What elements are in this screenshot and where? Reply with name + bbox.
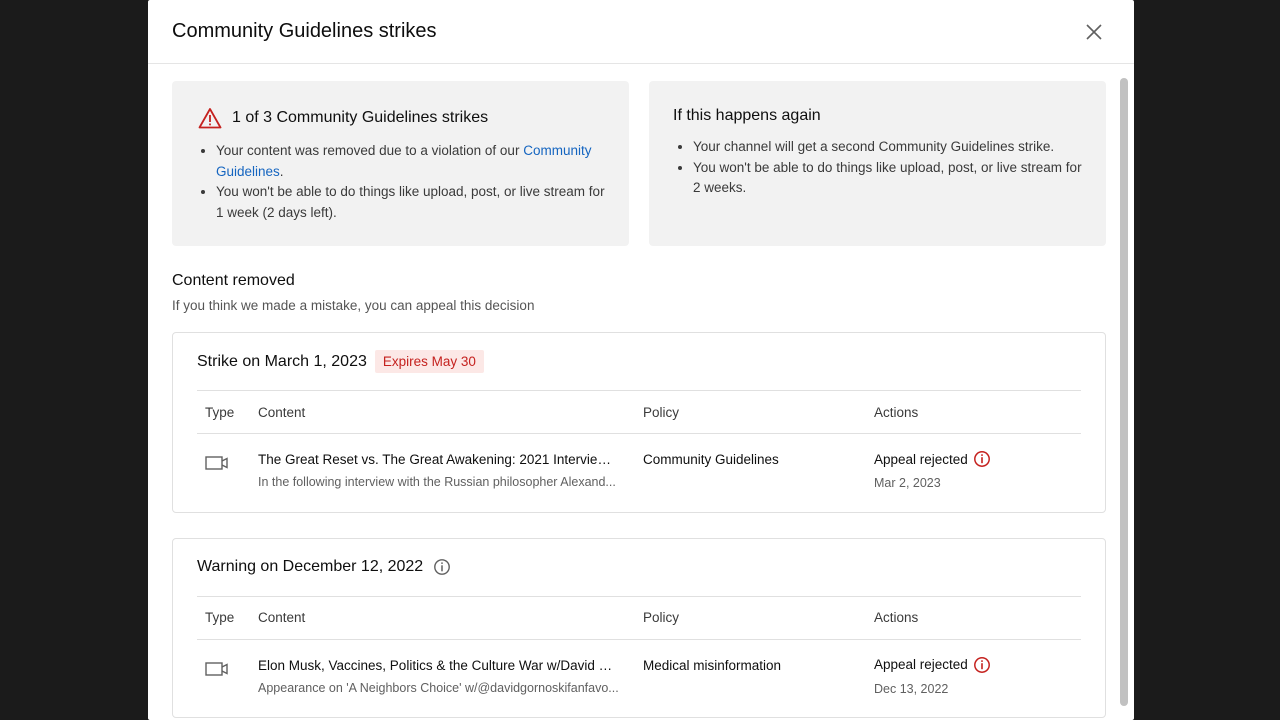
appeal-date: Dec 13, 2022 (874, 681, 949, 696)
column-policy: Policy (643, 595, 874, 640)
list-item: Your channel will get a second Community… (693, 137, 1082, 158)
strike-table: Type Content Policy Actions The Great Re… (197, 390, 1081, 512)
column-content: Content (258, 595, 643, 640)
column-actions: Actions (874, 390, 1081, 434)
list-item: Your content was removed due to a violat… (216, 141, 605, 182)
list-item: You won't be able to do things like uplo… (693, 158, 1082, 199)
close-button[interactable] (1082, 20, 1106, 44)
list-item: You won't be able to do things like uplo… (216, 182, 605, 223)
video-description: Appearance on 'A Neighbors Choice' w/@da… (258, 680, 619, 695)
strike-summary-card: 1 of 3 Community Guidelines strikes Your… (172, 81, 629, 246)
content-removed-subtitle: If you think we made a mistake, you can … (172, 298, 535, 313)
close-icon (1086, 24, 1102, 40)
appeal-status: Appeal rejected (874, 657, 968, 672)
expires-badge: Expires May 30 (374, 350, 484, 373)
policy-cell: Medical misinformation (643, 657, 782, 673)
bullet-text: Your content was removed due to a violat… (216, 143, 524, 158)
if-again-title: If this happens again (673, 107, 821, 124)
info-icon[interactable] (433, 558, 451, 576)
content-removed-title: Content removed (172, 272, 295, 289)
error-info-icon[interactable] (973, 450, 991, 468)
appeal-status: Appeal rejected (874, 451, 968, 467)
dialog-body[interactable]: 1 of 3 Community Guidelines strikes Your… (148, 65, 1134, 720)
column-actions: Actions (874, 595, 1081, 640)
table-header-row: Type Content Policy Actions (197, 595, 1081, 640)
if-again-list: Your channel will get a second Community… (673, 137, 1082, 199)
strike-count-title: 1 of 3 Community Guidelines strikes (232, 109, 489, 126)
strike-header: Strike on March 1, 2023 Expires May 30 (197, 333, 1081, 390)
info-cards: 1 of 3 Community Guidelines strikes Your… (172, 81, 1106, 246)
bullet-text: . (279, 163, 284, 179)
column-type: Type (197, 390, 258, 434)
strike-card: Strike on March 1, 2023 Expires May 30 T… (172, 332, 1106, 513)
error-info-icon[interactable] (973, 656, 991, 674)
policy-cell: Community Guidelines (643, 452, 779, 467)
video-icon (205, 456, 228, 470)
strike-heading: Strike on March 1, 2023 (197, 352, 367, 370)
column-type: Type (197, 595, 258, 640)
scrollbar-thumb[interactable] (1120, 78, 1128, 706)
warning-heading: Warning on December 12, 2022 (197, 558, 424, 575)
page-backdrop-right (1134, 0, 1280, 720)
video-icon (205, 661, 228, 676)
page-backdrop-left (0, 0, 148, 720)
table-header-row: Type Content Policy Actions (197, 390, 1081, 434)
warning-card: Warning on December 12, 2022 Type Conten… (172, 537, 1106, 718)
if-again-card: If this happens again Your channel will … (649, 81, 1106, 246)
video-title[interactable]: The Great Reset vs. The Great Awakening:… (258, 452, 620, 467)
strikes-dialog: Community Guidelines strikes 1 of 3 Comm… (148, 0, 1134, 720)
strike-summary-list: Your content was removed due to a violat… (196, 141, 605, 223)
table-row[interactable]: The Great Reset vs. The Great Awakening:… (197, 434, 1081, 512)
warning-header: Warning on December 12, 2022 (197, 539, 1081, 596)
table-row[interactable]: Elon Musk, Vaccines, Politics & the Cult… (197, 639, 1081, 717)
warning-icon (198, 108, 222, 129)
warning-table: Type Content Policy Actions Elon Musk, V… (197, 595, 1081, 718)
appeal-date: Mar 2, 2023 (874, 476, 941, 490)
dialog-title: Community Guidelines strikes (172, 20, 437, 42)
column-content: Content (258, 390, 643, 434)
dialog-header: Community Guidelines strikes (148, 0, 1134, 64)
video-description: In the following interview with the Russ… (258, 475, 616, 489)
video-title[interactable]: Elon Musk, Vaccines, Politics & the Cult… (258, 658, 620, 673)
column-policy: Policy (643, 390, 874, 434)
